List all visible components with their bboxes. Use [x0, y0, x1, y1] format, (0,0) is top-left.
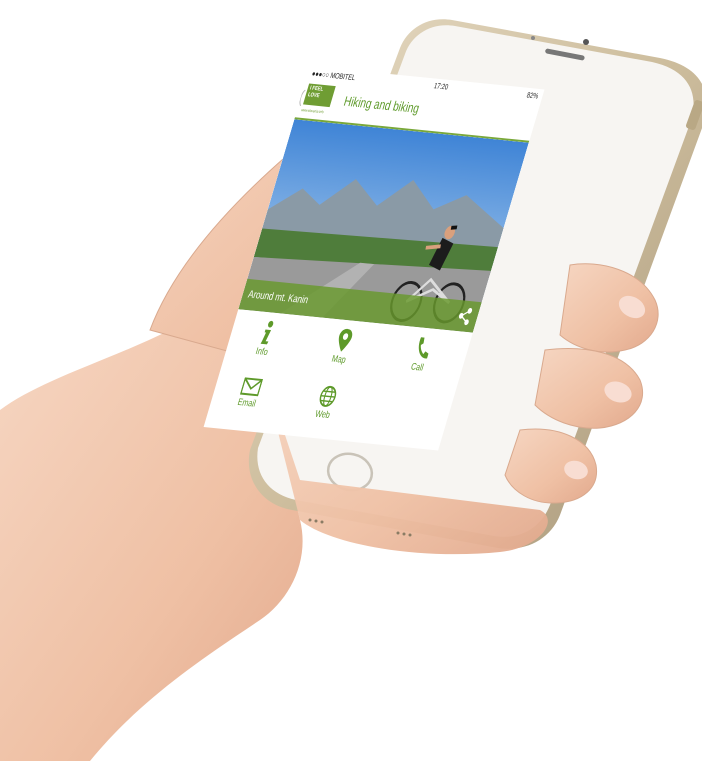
phone-icon — [418, 337, 429, 359]
info-icon — [260, 320, 274, 345]
call-button[interactable]: Call — [388, 333, 455, 376]
brand-logo: I FEEL LOVE — [303, 83, 336, 108]
web-label: Web — [313, 408, 332, 421]
info-label: Info — [254, 346, 270, 358]
email-button[interactable]: Email — [217, 375, 282, 412]
info-button[interactable]: Info — [232, 318, 299, 361]
clock-label: 17:20 — [432, 80, 450, 91]
scene: ●●●○○ MOBITEL 17:20 82% ( I FEEL LOVE ww… — [0, 0, 702, 761]
globe-icon — [319, 385, 337, 407]
action-grid: Info Map Call Email Web — [204, 311, 473, 450]
envelope-icon — [239, 377, 264, 397]
call-label: Call — [409, 361, 425, 374]
battery-label: 82% — [525, 90, 540, 100]
web-button[interactable]: Web — [293, 382, 359, 423]
caption-text: Around mt. Kanin — [246, 288, 310, 307]
map-pin-icon — [338, 328, 353, 352]
logo-url: www.slovenia.info — [300, 107, 325, 115]
map-button[interactable]: Map — [309, 325, 376, 368]
sensor-dot — [531, 36, 535, 40]
logo-line-2: LOVE — [307, 92, 321, 100]
page-title: Hiking and biking — [342, 93, 422, 116]
email-label: Email — [236, 397, 257, 410]
map-label: Map — [330, 353, 348, 366]
front-camera — [583, 39, 589, 45]
